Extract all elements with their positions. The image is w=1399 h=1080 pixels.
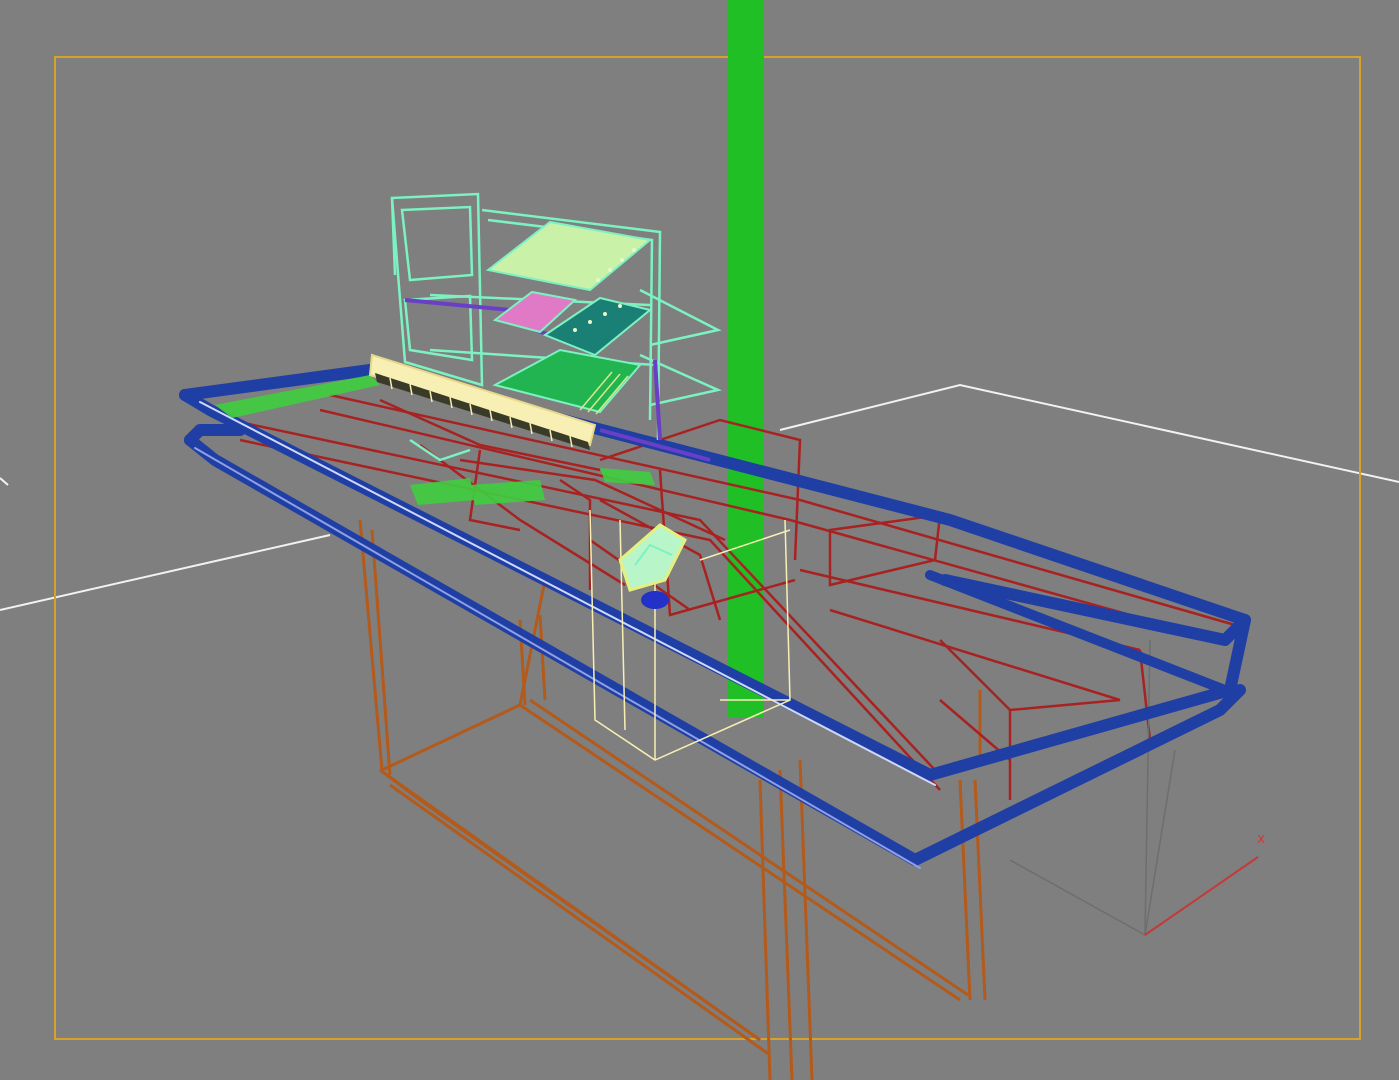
- vertical-pole[interactable]: [728, 0, 764, 718]
- 3d-viewport[interactable]: x: [0, 0, 1399, 1080]
- viewport-canvas[interactable]: x: [0, 0, 1399, 1080]
- viewport-grid: [0, 383, 1399, 611]
- counter-legs[interactable]: [358, 519, 987, 1080]
- payment-terminal-wireframe[interactable]: [618, 523, 687, 609]
- safe-frame: [54, 56, 1361, 1040]
- axis-x-label: x: [1257, 831, 1265, 847]
- helper-box: [1009, 639, 1176, 937]
- panel-top[interactable]: [485, 220, 653, 292]
- display-panels[interactable]: [485, 220, 653, 415]
- axis-tripod-icon: x: [1144, 831, 1265, 936]
